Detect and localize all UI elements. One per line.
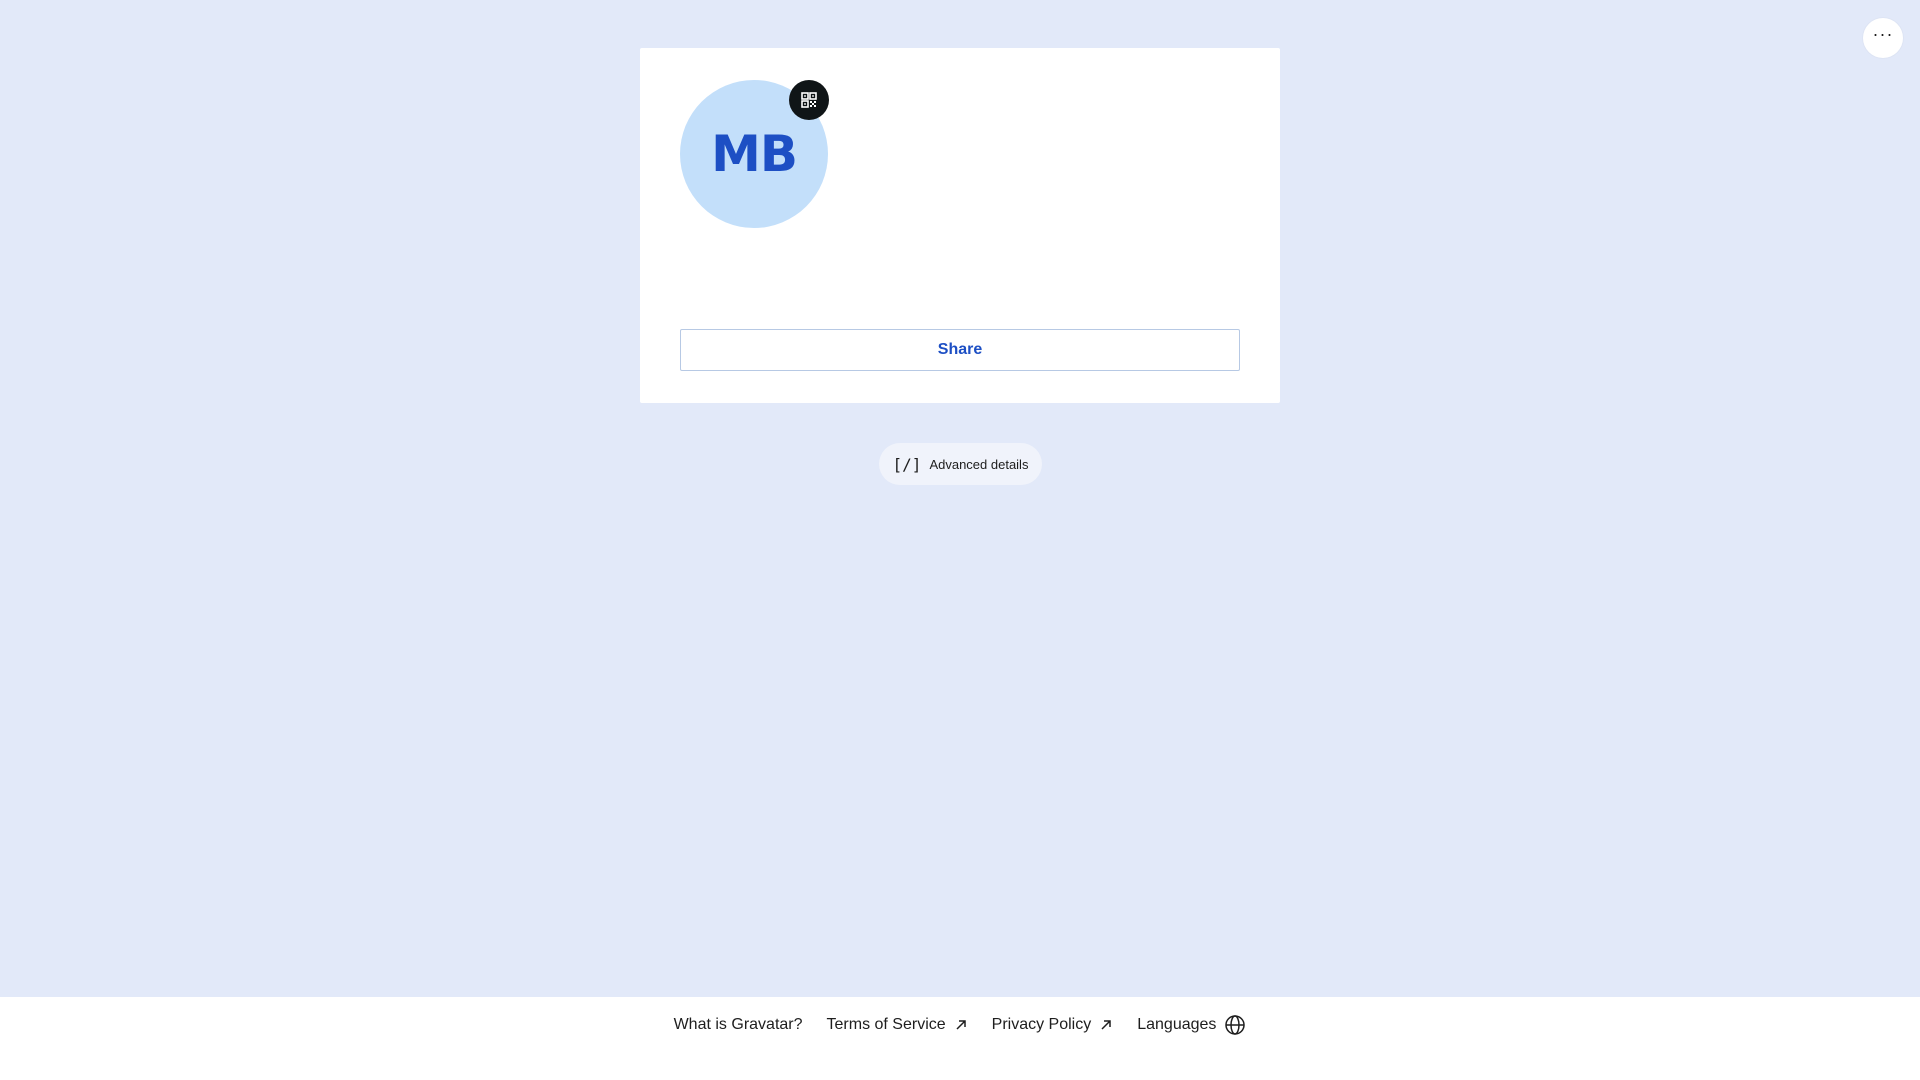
qr-code-icon	[801, 92, 817, 108]
avatar-initials: MB	[711, 125, 798, 183]
footer-link-label: What is Gravatar?	[673, 1016, 803, 1033]
footer-links: What is Gravatar? Terms of Service Priva…	[0, 997, 1920, 1053]
globe-icon	[1225, 1015, 1246, 1035]
page-background: ··· MB Share [/] Advanced details	[0, 0, 1920, 997]
footer-link-languages[interactable]: Languages	[1137, 1014, 1246, 1036]
footer-link-label: Terms of Service	[826, 1016, 946, 1033]
advanced-details-button[interactable]: [/] Advanced details	[879, 443, 1042, 485]
footer-link-label: Languages	[1137, 1016, 1217, 1033]
footer-link-terms-of-service[interactable]: Terms of Service	[827, 1016, 968, 1034]
footer-link-what-is-gravatar[interactable]: What is Gravatar?	[674, 1016, 803, 1034]
profile-card: MB Share	[640, 48, 1280, 403]
footer: What is Gravatar? Terms of Service Priva…	[0, 997, 1920, 1080]
share-button-label: Share	[937, 341, 983, 358]
ellipsis-icon: ···	[1872, 24, 1894, 44]
arrow-up-right-icon	[956, 1020, 966, 1030]
more-options-button[interactable]: ···	[1863, 18, 1903, 58]
footer-link-privacy-policy[interactable]: Privacy Policy	[992, 1016, 1114, 1034]
advanced-details-label: Advanced details	[929, 456, 1029, 472]
footer-link-label: Privacy Policy	[991, 1016, 1092, 1033]
share-button[interactable]: Share	[680, 329, 1240, 371]
code-icon: [/]	[892, 454, 922, 474]
arrow-up-right-icon	[1101, 1020, 1111, 1030]
qr-code-button[interactable]	[789, 80, 829, 120]
